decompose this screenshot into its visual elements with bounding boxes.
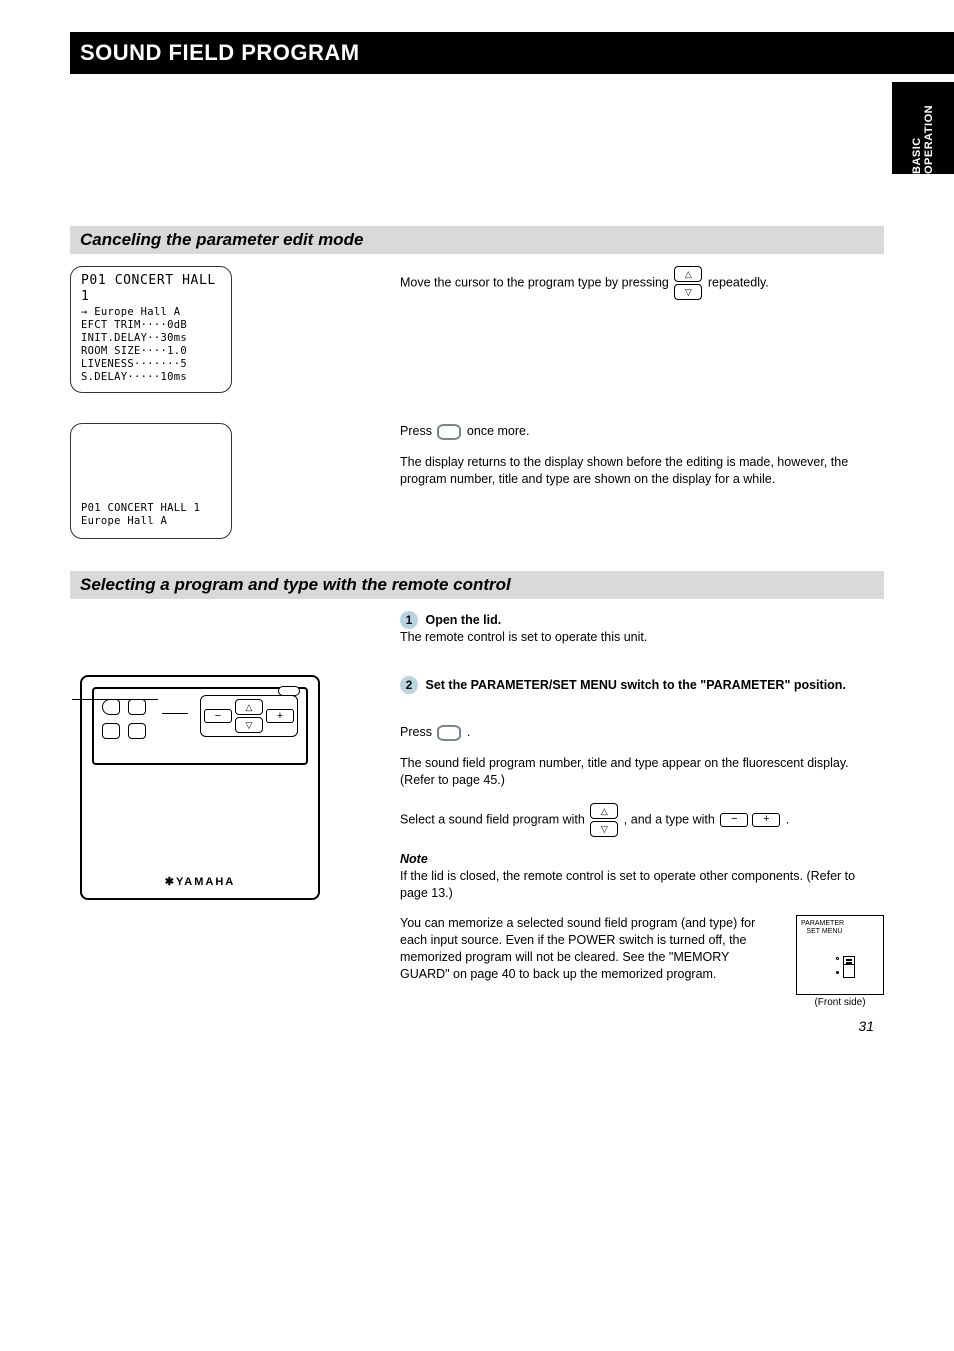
arrow-up-button: △ xyxy=(235,699,263,715)
p1b: repeatedly. xyxy=(708,275,769,289)
arrow-down-button: ▽ xyxy=(235,717,263,733)
lcd1-line7: S.DELAY·····10ms xyxy=(81,371,221,384)
lcd-screen-1: P01 CONCERT HALL 1 → Europe Hall A EFCT … xyxy=(70,266,232,393)
lcd1-line4: INIT.DELAY··30ms xyxy=(81,332,221,345)
p3: The display returns to the display shown… xyxy=(400,454,884,488)
remote-control-figure: − △ ▽ + ✱YAMAHA xyxy=(80,675,320,900)
p5pre: Select a sound field program with xyxy=(400,812,585,826)
p3b: . xyxy=(467,725,470,739)
step-1-badge: 1 xyxy=(400,611,418,629)
arrow-up-icon: △ xyxy=(590,803,618,819)
lcd-screen-2: P01 CONCERT HALL 1 Europe Hall A xyxy=(70,423,232,539)
p2b: once more. xyxy=(467,424,530,438)
page-title: SOUND FIELD PROGRAM xyxy=(80,40,360,66)
remote-btn-b xyxy=(128,699,146,715)
rear-label: PARAMETER SET MENU xyxy=(801,920,844,935)
lcd2-line1: P01 CONCERT HALL 1 xyxy=(81,502,221,515)
step1-title: Open the lid. xyxy=(425,613,501,627)
memory-guard-note: You can memorize a selected sound field … xyxy=(400,915,782,983)
parameter-set-menu-switch xyxy=(843,956,855,978)
p2a: Press xyxy=(400,424,432,438)
plus-button: + xyxy=(266,709,294,723)
section-heading-remote: Selecting a program and type with the re… xyxy=(70,571,884,599)
step-2-badge: 2 xyxy=(400,676,418,694)
rear-caption: (Front side) xyxy=(796,997,884,1008)
up-arrow-icon: △ xyxy=(674,266,702,282)
cancel-step-text: Move the cursor to the program type by p… xyxy=(380,266,884,314)
arrow-down-icon: ▽ xyxy=(590,821,618,837)
p4: The sound field program number, title an… xyxy=(400,755,884,789)
led-top xyxy=(836,957,839,960)
side-tab-label: BASIC OPERATION xyxy=(911,82,935,174)
lcd1-line1: P01 CONCERT HALL 1 xyxy=(81,273,221,306)
lcd2-line2: Europe Hall A xyxy=(81,515,221,528)
section-heading-cancel: Canceling the parameter edit mode xyxy=(70,226,884,254)
remote-btn-c xyxy=(102,723,120,739)
minus-icon: − xyxy=(720,813,748,827)
set-button-icon-2 xyxy=(437,725,461,741)
step1-body: The remote control is set to operate thi… xyxy=(400,630,647,644)
lcd1-line5: ROOM SIZE····1.0 xyxy=(81,345,221,358)
remote-btn-a xyxy=(102,699,120,715)
rear-panel-figure: PARAMETER SET MENU xyxy=(796,915,884,995)
down-arrow-icon: ▽ xyxy=(674,284,702,300)
plus-icon: + xyxy=(752,813,780,827)
p5post: , and a type with xyxy=(624,812,715,826)
p1a: Move the cursor to the program type by p… xyxy=(400,275,669,289)
p5end: . xyxy=(786,812,789,826)
led-bottom xyxy=(836,971,839,974)
lcd1-line6: LIVENESS·······5 xyxy=(81,358,221,371)
remote-brand: ✱YAMAHA xyxy=(92,875,308,888)
page-number: 31 xyxy=(858,1018,874,1034)
lcd1-line2: → Europe Hall A xyxy=(81,306,221,319)
cancel-step-text2: Press once more. The display returns to … xyxy=(380,423,884,502)
lcd1-line3: EFCT TRIM····0dB xyxy=(81,319,221,332)
minus-button: − xyxy=(204,709,232,723)
step2-title: Set the PARAMETER/SET MENU switch to the… xyxy=(425,678,845,692)
note-body: If the lid is closed, the remote control… xyxy=(400,869,855,900)
remote-body: 1 Open the lid. The remote control is se… xyxy=(380,611,884,1008)
remote-btn-d xyxy=(128,723,146,739)
p3a: Press xyxy=(400,725,432,739)
set-button-icon xyxy=(437,424,461,440)
note-label: Note xyxy=(400,852,428,866)
